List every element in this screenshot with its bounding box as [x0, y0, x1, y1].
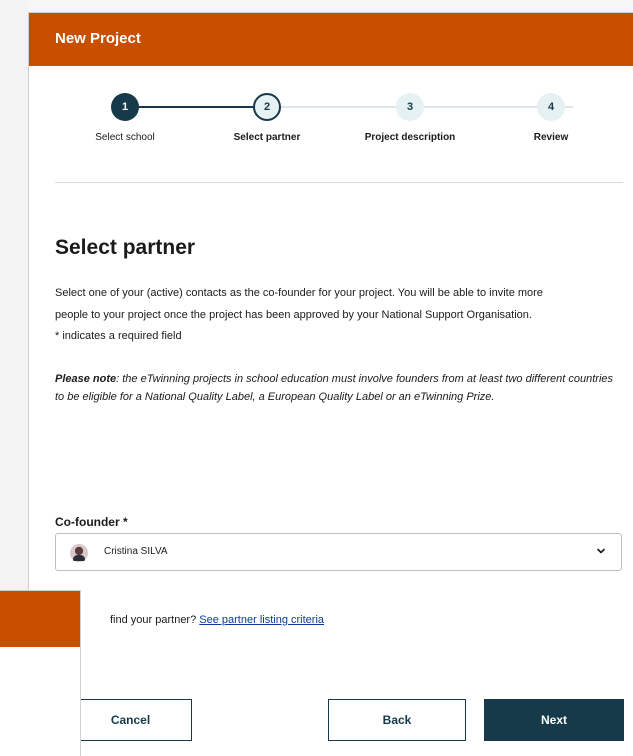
cofounder-select[interactable]: Cristina SILVA [55, 533, 622, 571]
next-button[interactable]: Next [484, 699, 624, 741]
intro-line-2: people to your project once the project … [55, 309, 532, 321]
partner-help: find your partner? See partner listing c… [110, 614, 324, 626]
intro-line-1: Select one of your (active) contacts as … [55, 287, 543, 299]
back-button[interactable]: Back [328, 699, 466, 741]
intro-text: Select one of your (active) contacts as … [55, 282, 623, 326]
step-select-partner[interactable]: 2 Select partner [207, 93, 327, 143]
step-label: Project description [364, 132, 456, 143]
required-field-note: * indicates a required field [55, 330, 182, 342]
help-text: find your partner? [110, 614, 200, 626]
please-note: Please note: the eTwinning projects in s… [55, 370, 623, 406]
step-select-school[interactable]: 1 Select school [65, 93, 185, 143]
cancel-button[interactable]: Cancel [69, 699, 192, 741]
modal-header: New Project [29, 13, 633, 66]
step-number: 3 [396, 93, 424, 121]
step-project-description[interactable]: 3 Project description [350, 93, 470, 143]
underlying-panel-header [0, 591, 80, 647]
partner-listing-criteria-link[interactable]: See partner listing criteria [199, 614, 324, 626]
note-text: : the eTwinning projects in school educa… [55, 373, 614, 403]
underlying-panel [0, 590, 81, 756]
cofounder-label: Co-founder * [55, 515, 128, 529]
page-title: Select partner [55, 236, 196, 259]
new-project-modal: New Project 1 Select school 2 Select par… [28, 12, 633, 756]
step-label: Select partner [233, 132, 301, 143]
stepper-divider [55, 182, 623, 183]
step-number: 1 [111, 93, 139, 121]
cofounder-selected-value: Cristina SILVA [104, 546, 168, 557]
step-review[interactable]: 4 Review [491, 93, 611, 143]
modal-title: New Project [55, 30, 141, 47]
step-number: 2 [253, 93, 281, 121]
chevron-down-icon [597, 548, 605, 554]
step-label: Select school [95, 132, 155, 143]
note-prefix: Please note [55, 373, 117, 385]
avatar [70, 544, 88, 562]
step-number: 4 [537, 93, 565, 121]
step-content: Select partner Select one of your (activ… [55, 236, 623, 406]
progress-stepper: 1 Select school 2 Select partner 3 Proje… [29, 66, 633, 184]
step-label: Review [533, 132, 569, 143]
screen: New Project 1 Select school 2 Select par… [0, 0, 633, 756]
